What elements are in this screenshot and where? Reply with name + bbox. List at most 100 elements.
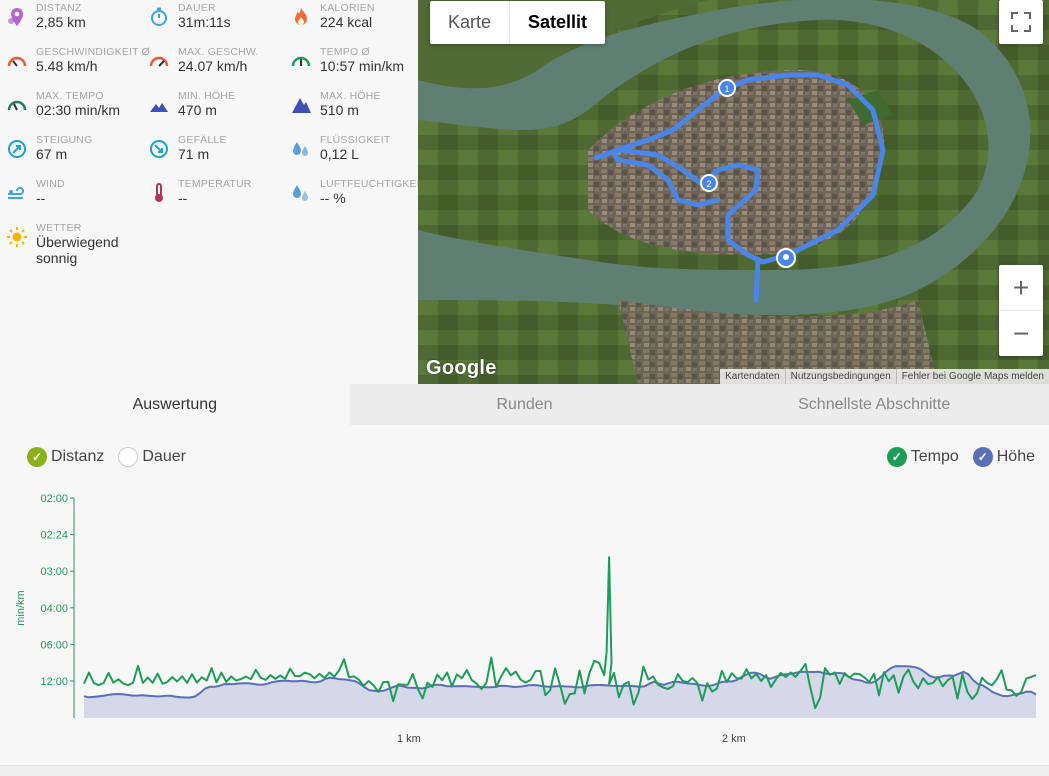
- tab-runden[interactable]: Runden: [349, 384, 700, 425]
- svg-text:1: 1: [724, 84, 729, 94]
- mountain-high-icon: [292, 98, 311, 113]
- toggle-hoehe-label: Höhe: [996, 448, 1035, 465]
- zoom-control[interactable]: + −: [999, 265, 1043, 356]
- satellite-map[interactable]: 1 2: [418, 0, 1049, 384]
- stat-gefälle: Gefälle 71 m: [142, 134, 282, 174]
- route-end-pin-icon[interactable]: [776, 248, 796, 268]
- stat-value: 10:57 min/km: [320, 58, 405, 74]
- stopwatch-icon: [151, 7, 167, 26]
- svg-text:2: 2: [706, 179, 711, 189]
- map-view[interactable]: 1 2 Karte Satellit + − Google Kartendate…: [418, 0, 1049, 384]
- toggle-hoehe[interactable]: ✓ Höhe: [972, 447, 1035, 467]
- route-marker-2[interactable]: 2: [700, 174, 718, 192]
- stat-max-geschw: Max. Geschw. 24.07 km/h: [142, 46, 282, 86]
- stat-max-tempo: Max. Tempo 02:30 min/km: [0, 90, 140, 130]
- stat-label: Min. Höhe: [178, 90, 236, 102]
- stat-value: --: [178, 190, 188, 206]
- series-toggle: ✓ Tempo ✓ Höhe: [886, 447, 1035, 467]
- tab-auswertung[interactable]: Auswertung: [0, 384, 350, 425]
- fullscreen-icon: [1011, 12, 1031, 32]
- stat-label: Kalorien: [320, 2, 375, 14]
- y-tick-label: 04:00: [40, 603, 68, 615]
- stat-value: --: [36, 190, 46, 206]
- zoom-in-icon[interactable]: +: [999, 265, 1043, 311]
- toggle-tempo[interactable]: ✓ Tempo: [886, 447, 959, 467]
- check-icon: ✓: [972, 447, 993, 467]
- stat-label: Geschwindigkeit Ø: [36, 46, 151, 58]
- humidity-icon: [293, 185, 308, 201]
- y-tick-label: 02:24: [40, 530, 68, 542]
- thermometer-icon: [155, 183, 163, 202]
- route-marker-1[interactable]: 1: [718, 79, 736, 97]
- stat-value: 02:30 min/km: [36, 102, 121, 118]
- sun-icon: [7, 227, 27, 247]
- stat-value: 24.07 km/h: [178, 58, 248, 74]
- analysis-tabs: Auswertung Runden Schnellste Abschnitte: [0, 384, 1049, 425]
- stat-label: Max. Geschw.: [178, 46, 259, 58]
- stat-value: 5.48 km/h: [36, 58, 98, 74]
- wind-icon: [8, 187, 24, 199]
- stat-label: Dauer: [178, 2, 216, 14]
- stats-panel: Distanz 2,85 km Dauer 31m:11s Kalorien 2…: [0, 0, 426, 384]
- toggle-distanz-label: Distanz: [51, 448, 105, 465]
- map-type-satellit[interactable]: Satellit: [509, 1, 605, 44]
- y-axis-label: min/km: [15, 590, 27, 625]
- stat-temperatur: Temperatur --: [142, 178, 282, 218]
- x-tick-label: 2 km: [722, 733, 746, 745]
- tab-schnellste-abschnitte[interactable]: Schnellste Abschnitte: [699, 384, 1049, 425]
- tempo-gauge-icon: [291, 56, 311, 67]
- ascent-icon: [8, 140, 26, 158]
- attribution-map-data[interactable]: Kartendaten: [720, 369, 785, 384]
- stat-label: Gefälle: [178, 134, 227, 146]
- y-tick-label: 03:00: [40, 566, 68, 578]
- stat-label: Luftfeuchtigkeit: [320, 178, 427, 190]
- stat-distanz: Distanz 2,85 km: [0, 2, 140, 42]
- stat-label: Steigung: [36, 134, 93, 146]
- zoom-out-icon[interactable]: −: [999, 311, 1043, 356]
- attribution-terms[interactable]: Nutzungsbedingungen: [784, 369, 896, 384]
- stat-value: Überwiegend sonnig: [36, 234, 119, 266]
- attribution-report-error[interactable]: Fehler bei Google Maps melden: [895, 369, 1049, 384]
- toggle-tempo-label: Tempo: [910, 448, 959, 465]
- y-tick-label: 06:00: [40, 639, 68, 651]
- speedometer-icon: [7, 56, 27, 67]
- speedometer-max-icon: [149, 56, 169, 67]
- stat-label: Flüssigkeit: [320, 134, 391, 146]
- map-attribution: Kartendaten Nutzungsbedingungen Fehler b…: [720, 369, 1049, 384]
- stat-label: Temperatur: [178, 178, 252, 190]
- check-icon: ✓: [27, 447, 47, 467]
- stat-value: 2,85 km: [36, 14, 86, 30]
- stat-label: Max. Höhe: [320, 90, 381, 102]
- tempo-elevation-chart[interactable]: 02:00 02:24 03:00 04:00 06:00 12:00 min/km 1 km…: [0, 478, 1049, 768]
- max-tempo-gauge-icon: [7, 100, 27, 111]
- stat-value: 510 m: [320, 102, 359, 118]
- stat-steigung: Steigung 67 m: [0, 134, 140, 174]
- stat-value: 67 m: [36, 146, 68, 162]
- stat-value: 31m:11s: [178, 14, 231, 30]
- stat-geschwindigkeit: Geschwindigkeit Ø 5.48 km/h: [0, 46, 150, 86]
- hoehe-area: [84, 666, 1036, 718]
- stat-flüssigkeit: Flüssigkeit 0,12 L: [284, 134, 424, 174]
- stat-tempo: Tempo Ø 10:57 min/km: [284, 46, 424, 86]
- stat-max-höhe: Max. Höhe 510 m: [284, 90, 424, 130]
- map-type-toggle[interactable]: Karte Satellit: [430, 1, 606, 44]
- stat-value: -- %: [320, 190, 346, 206]
- stat-value: 71 m: [178, 146, 210, 162]
- stat-value: 224 kcal: [320, 14, 373, 30]
- fullscreen-button[interactable]: [999, 0, 1043, 44]
- x-tick-label: 1 km: [397, 733, 421, 745]
- toggle-dauer[interactable]: Dauer: [118, 447, 186, 467]
- stat-label: Wind: [36, 178, 65, 190]
- stat-label: Max. Tempo: [36, 90, 104, 102]
- toggle-distanz[interactable]: ✓ Distanz: [27, 447, 104, 467]
- map-type-karte[interactable]: Karte: [430, 1, 509, 44]
- x-axis-toggle: ✓ Distanz Dauer: [27, 447, 186, 467]
- drops-icon: [293, 142, 308, 156]
- stat-luftfeuchtigkeit: Luftfeuchtigkeit -- %: [284, 178, 427, 218]
- y-tick-label: 12:00: [40, 676, 68, 688]
- unchecked-circle-icon: [118, 447, 139, 467]
- toggle-dauer-label: Dauer: [142, 448, 186, 465]
- stat-value: 0,12 L: [320, 146, 359, 162]
- stat-wetter: Wetter Überwiegend sonnig: [0, 222, 200, 282]
- google-logo: Google: [426, 357, 497, 379]
